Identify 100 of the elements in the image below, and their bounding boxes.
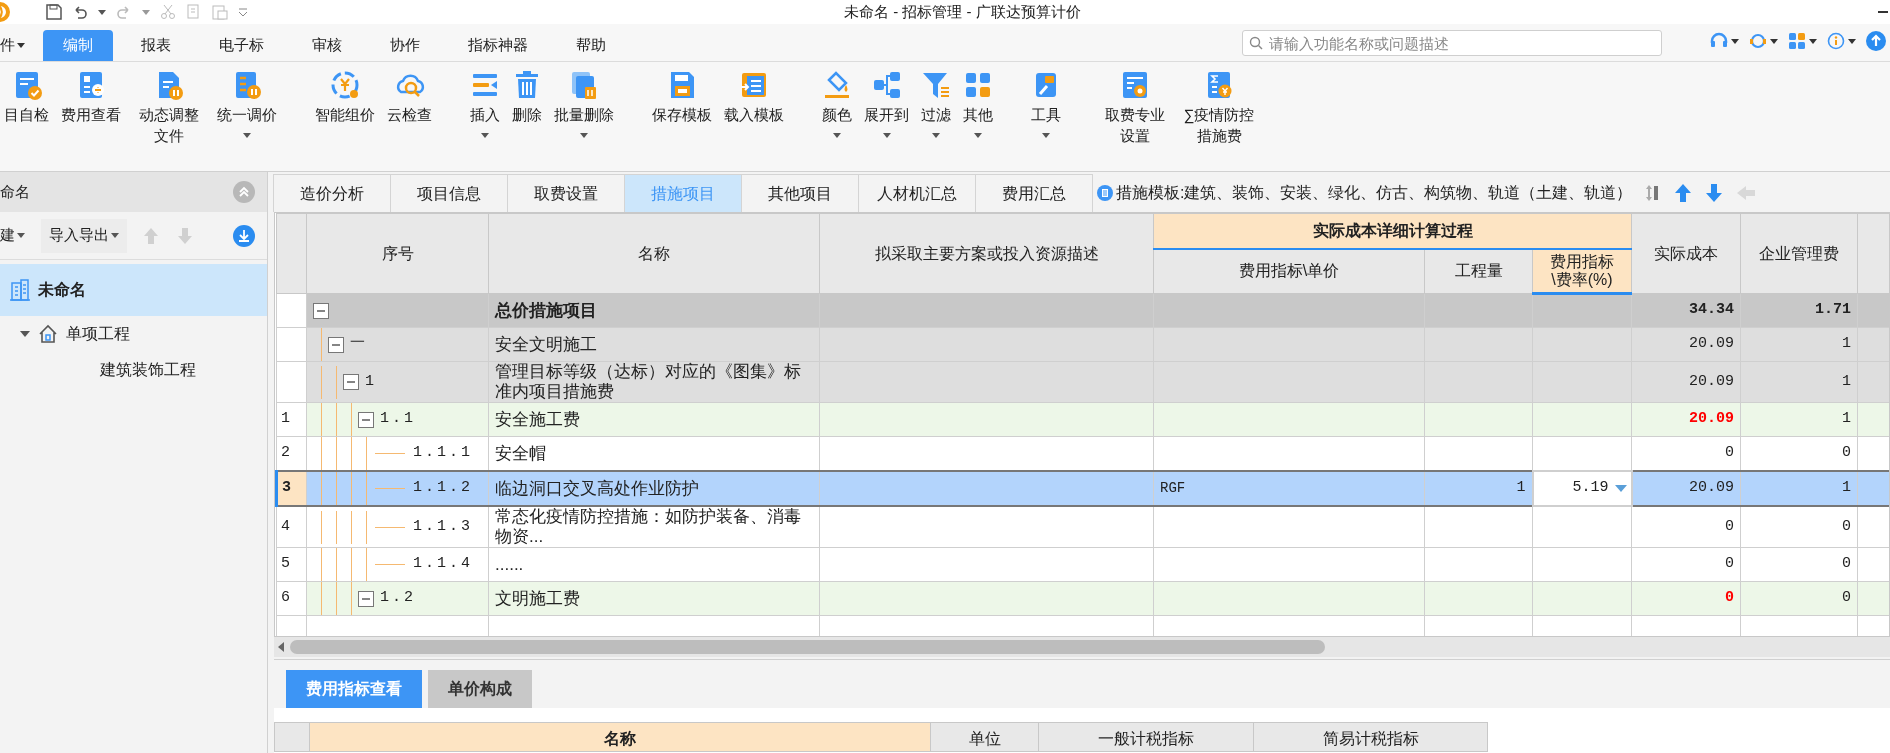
horizontal-scrollbar[interactable] (274, 637, 1890, 657)
menu-tab[interactable]: 协作 (370, 30, 440, 61)
column-header[interactable]: 费用指标\单价 (1153, 248, 1425, 294)
management-fee: 0 (1842, 517, 1852, 535)
actual-cost: 0 (1725, 589, 1735, 607)
item-code: 1.1 (380, 409, 416, 430)
collapse-box-icon[interactable] (343, 374, 359, 390)
ribbon-button[interactable]: 批量删除 (550, 70, 618, 138)
ribbon-button[interactable]: 插入 (466, 70, 504, 138)
list-icon (1097, 185, 1113, 201)
table-row[interactable]: 3 1.1.2 临边洞口交叉高处作业防护 RGF 1 5.19 20.09 1 (276, 471, 1889, 506)
table-row[interactable]: 1 1.1 安全施工费 20.09 1 (276, 402, 1889, 437)
import-export-button[interactable]: 导入导出 (41, 218, 127, 253)
ribbon-button[interactable]: 颜色 (818, 70, 856, 138)
expanded-arrow-icon[interactable] (20, 329, 30, 339)
ribbon-button[interactable]: 保存模板 (648, 70, 716, 125)
management-fee: 1 (1842, 372, 1852, 390)
column-header[interactable]: 名称 (488, 213, 820, 294)
actual-cost: 34.34 (1689, 301, 1735, 319)
ribbon-button[interactable]: 费用查看 (57, 70, 125, 125)
ribbon-button[interactable]: 统一调价 (213, 70, 281, 138)
collapse-box-icon[interactable] (358, 411, 374, 428)
down-arrow-icon[interactable] (1705, 183, 1724, 203)
redo-icon[interactable] (116, 4, 132, 20)
collapse-box-icon[interactable] (358, 590, 374, 607)
ribbon-button[interactable]: ∑疫情防控措施费 (1179, 70, 1259, 146)
paste-icon[interactable] (212, 4, 228, 20)
info-icon[interactable] (1827, 32, 1845, 50)
ribbon-button[interactable]: 动态调整文件 (129, 70, 209, 146)
ribbon-button[interactable]: 过滤 (917, 70, 955, 138)
ribbon-button[interactable]: 取费专业设置 (1095, 70, 1175, 146)
up-arrow-icon[interactable] (1674, 183, 1693, 203)
menu-tab[interactable]: 指标神器 (448, 30, 548, 61)
support-icon[interactable] (1749, 32, 1767, 50)
ribbon-button[interactable]: 工具 (1027, 70, 1065, 138)
collapse-box-icon[interactable] (313, 302, 329, 319)
upload-icon[interactable] (1866, 31, 1886, 51)
quantity: 1 (1516, 479, 1526, 497)
column-header[interactable]: 企业管理费 (1740, 213, 1858, 294)
panel-tab[interactable]: 单价构成 (428, 670, 532, 708)
customize-icon[interactable] (238, 7, 248, 17)
table-row[interactable]: 5 1.1.4 ...... 0 0 (276, 547, 1889, 582)
item-name: 总价措施项目 (488, 293, 820, 328)
item-code: 一 (350, 334, 368, 355)
management-fee: 0 (1842, 444, 1852, 462)
dropdown-icon (1614, 485, 1627, 492)
table-row[interactable]: 1 管理目标等级（达标）对应的《图集》标准内项目措施费 20.09 1 (276, 361, 1889, 403)
undo-icon[interactable] (72, 4, 88, 20)
apps-icon[interactable] (1788, 32, 1806, 50)
ribbon-button[interactable]: 智能组价 (311, 70, 379, 125)
column-header[interactable]: 序号 (306, 213, 489, 294)
actual-cost: 20.09 (1689, 410, 1735, 428)
load-template-icon (739, 70, 769, 100)
new-button[interactable]: 建 (0, 218, 31, 253)
menu-tab[interactable]: 电子标 (199, 30, 284, 61)
ribbon-button[interactable]: 展开到 (860, 70, 913, 138)
scroll-left-icon[interactable] (278, 642, 284, 652)
column-header[interactable]: 费用指标 \费率(%) (1532, 248, 1632, 294)
menu-tab[interactable]: 报表 (121, 30, 191, 61)
menu-tab[interactable]: 帮助 (556, 30, 626, 61)
search-icon (1249, 36, 1263, 50)
ribbon-button[interactable]: 删除 (508, 70, 546, 125)
download-icon[interactable] (233, 224, 255, 247)
management-fee: 1.71 (1815, 301, 1852, 319)
ribbon-button[interactable]: 云检查 (383, 70, 436, 125)
filter-icon (921, 70, 951, 100)
collapse-box-icon[interactable] (328, 336, 344, 353)
ribbon-button[interactable]: 目自检 (0, 70, 53, 125)
management-fee: 0 (1842, 555, 1852, 573)
column-header[interactable]: 拟采取主要方案或投入资源描述 (819, 213, 1154, 294)
table-row[interactable]: 4 1.1.3 常态化疫情防控措施：如防护装备、消毒物资... 0 0 (276, 506, 1889, 548)
tree-item[interactable]: 未命名 (0, 264, 267, 316)
search-field[interactable]: 请输入功能名称或问题描述 (1242, 30, 1662, 56)
sort-icon[interactable] (1645, 184, 1660, 202)
column-header: 简易计税指标 (1254, 722, 1488, 752)
house-icon (38, 324, 58, 344)
column-header[interactable]: 工程量 (1424, 248, 1533, 294)
row-number: 5 (281, 555, 290, 573)
ribbon-button[interactable]: 其他 (959, 70, 997, 138)
column-header: 一般计税指标 (1039, 722, 1254, 752)
save-icon[interactable] (46, 4, 62, 20)
menu-tab[interactable]: 件 (0, 30, 35, 61)
row-number: 1 (281, 410, 290, 428)
cut-icon[interactable] (160, 4, 176, 20)
headset-icon[interactable] (1710, 32, 1728, 50)
template-note: 措施模板:建筑、装饰、安装、绿化、仿古、构筑物、轨道（土建、轨道） (1116, 183, 1633, 203)
tree-item[interactable]: 建筑装饰工程 (0, 352, 267, 388)
column-header: 单位 (931, 722, 1039, 752)
sheet-tab[interactable]: 费用汇总 (975, 174, 1093, 212)
table-row[interactable]: 总价措施项目 34.34 1.71 (276, 293, 1889, 328)
scrollbar-thumb[interactable] (290, 640, 1325, 654)
table-row[interactable]: 6 1.2 文明施工费 0 0 (276, 581, 1889, 616)
collapse-icon[interactable] (233, 181, 255, 203)
column-header[interactable]: 实际成本 (1631, 213, 1741, 294)
tree-item[interactable]: 单项工程 (0, 316, 267, 352)
table-row[interactable]: 一 安全文明施工 20.09 1 (276, 327, 1889, 362)
table-row[interactable]: 2 1.1.1 安全帽 0 0 (276, 436, 1889, 471)
menu-tab[interactable]: 审核 (292, 30, 362, 61)
ribbon-button[interactable]: 载入模板 (720, 70, 788, 125)
sheet-tab[interactable]: 造价分析 (273, 174, 391, 212)
